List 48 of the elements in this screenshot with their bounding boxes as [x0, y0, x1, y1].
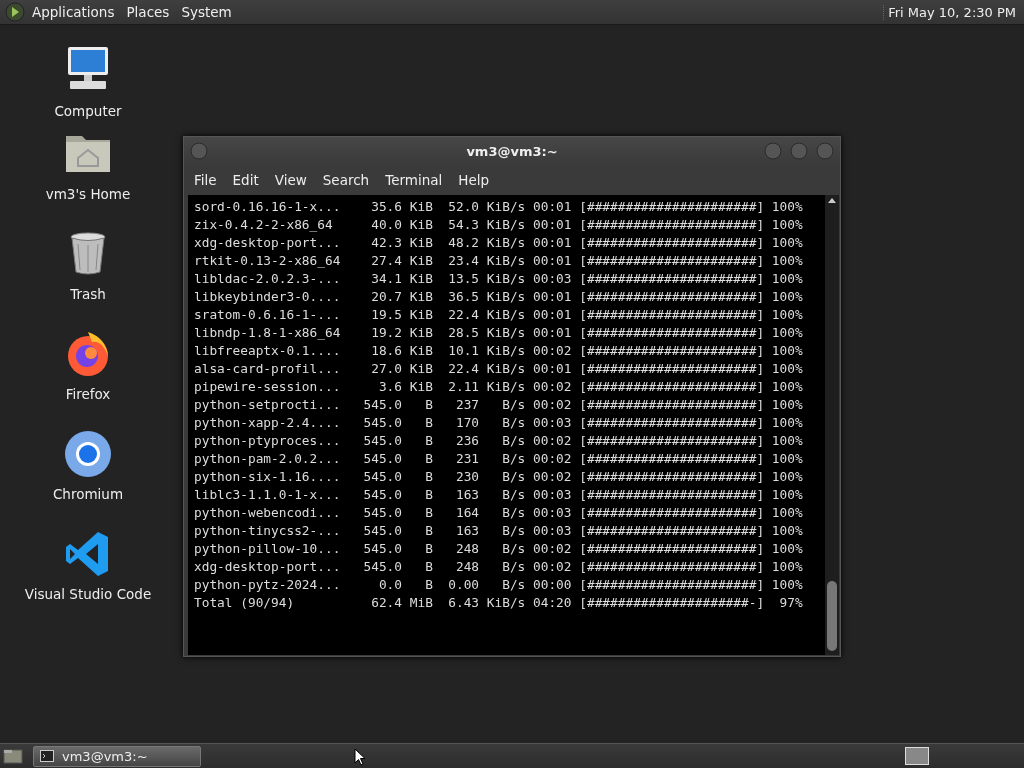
- icon-label[interactable]: Firefox: [65, 386, 111, 402]
- scrollbar[interactable]: [825, 195, 839, 655]
- workspace-switcher[interactable]: [905, 747, 929, 765]
- menu-item[interactable]: View: [268, 169, 313, 191]
- mouse-cursor-icon: [354, 748, 366, 766]
- icon-label[interactable]: Trash: [70, 286, 106, 302]
- terminal-line: xdg-desktop-port... 42.3 KiB 48.2 KiB/s 00:01 [######################] 100%: [194, 234, 803, 252]
- terminal-line: pipewire-session... 3.6 KiB 2.11 KiB/s 00:02 [######################] 100%: [194, 378, 803, 396]
- icon-label[interactable]: Chromium: [52, 486, 124, 502]
- icon-label[interactable]: Computer: [54, 103, 122, 119]
- panel-menu[interactable]: Places: [120, 2, 176, 22]
- menu-item[interactable]: Terminal: [379, 169, 449, 191]
- panel-menu[interactable]: Applications: [26, 2, 121, 22]
- terminal-line: python-setprocti... 545.0 B 237 B/s 00:02 [######################] 100%: [194, 396, 803, 414]
- terminal-line: python-pillow-10... 545.0 B 248 B/s 00:02 [######################] 100%: [194, 540, 803, 558]
- terminal-line: libndp-1.8-1-x86_64 19.2 KiB 28.5 KiB/s 00:01 [######################] 100%: [194, 324, 803, 342]
- menu-item[interactable]: Edit: [226, 169, 265, 191]
- show-desktop-icon[interactable]: [3, 747, 23, 765]
- terminal-line: python-six-1.16.... 545.0 B 230 B/s 00:02 [######################] 100%: [194, 468, 803, 486]
- terminal-line: python-xapp-2.4.... 545.0 B 170 B/s 00:03 [######################] 100%: [194, 414, 803, 432]
- terminal-line: libkeybinder3-0.... 20.7 KiB 36.5 KiB/s 00:01 [######################] 100%: [194, 288, 803, 306]
- terminal-line: python-webencodi... 545.0 B 164 B/s 00:03 [######################] 100%: [194, 504, 803, 522]
- terminal-line: sratom-0.6.16-1-... 19.5 KiB 22.4 KiB/s 00:01 [######################] 100%: [194, 306, 803, 324]
- terminal-line: python-pam-2.0.2... 545.0 B 231 B/s 00:02 [######################] 100%: [194, 450, 803, 468]
- terminal-line: python-pytz-2024... 0.0 B 0.00 B/s 00:00 [######################] 100%: [194, 576, 803, 594]
- terminal-line: Total (90/94) 62.4 MiB 6.43 KiB/s 04:20 [#####################-] 97%: [194, 594, 803, 612]
- terminal-line: liblc3-1.1.0-1-x... 545.0 B 163 B/s 00:03 [######################] 100%: [194, 486, 803, 504]
- terminal-line: python-ptyproces... 545.0 B 236 B/s 00:02 [######################] 100%: [194, 432, 803, 450]
- terminal-icon: [40, 750, 54, 762]
- terminal-line: alsa-card-profil... 27.0 KiB 22.4 KiB/s 00:01 [######################] 100%: [194, 360, 803, 378]
- menu-item[interactable]: Help: [452, 169, 496, 191]
- terminal-line: libfreeaptx-0.1.... 18.6 KiB 10.1 KiB/s 00:02 [######################] 100%: [194, 342, 803, 360]
- icon-label[interactable]: Visual Studio Code: [24, 586, 152, 602]
- taskbar-button[interactable]: vm3@vm3:~: [33, 745, 201, 767]
- menu-item[interactable]: Search: [316, 169, 376, 191]
- menu-item[interactable]: File: [188, 169, 223, 191]
- terminal-line: rtkit-0.13-2-x86_64 27.4 KiB 23.4 KiB/s 00:01 [######################] 100%: [194, 252, 803, 270]
- terminal-line: python-tinycss2-... 545.0 B 163 B/s 00:03 [######################] 100%: [194, 522, 803, 540]
- scrollbar-thumb[interactable]: [827, 581, 837, 651]
- terminal-line: zix-0.4.2-2-x86_64 40.0 KiB 54.3 KiB/s 00:01 [######################] 100%: [194, 216, 803, 234]
- terminal-line: xdg-desktop-port... 545.0 B 248 B/s 00:02 [######################] 100%: [194, 558, 803, 576]
- icon-label[interactable]: vm3's Home: [45, 186, 131, 202]
- window-title: vm3@vm3:~: [466, 143, 558, 159]
- panel-menu[interactable]: System: [175, 2, 238, 22]
- terminal-line: sord-0.16.16-1-x... 35.6 KiB 52.0 KiB/s 00:01 [######################] 100%: [194, 198, 803, 216]
- chromium-icon[interactable]: [62, 428, 114, 480]
- clock[interactable]: Fri May 10, 2:30 PM: [883, 4, 1020, 20]
- terminal-line: libldac-2.0.2.3-... 34.1 KiB 13.5 KiB/s 00:03 [######################] 100%: [194, 270, 803, 288]
